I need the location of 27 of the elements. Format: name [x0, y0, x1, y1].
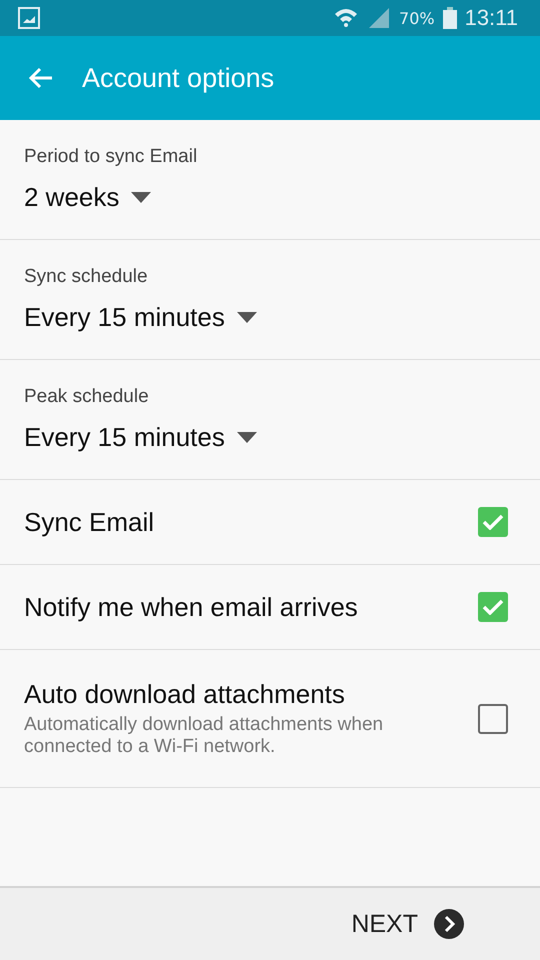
next-button[interactable]: NEXT: [351, 909, 464, 939]
signal-icon: [367, 6, 392, 30]
checkbox[interactable]: [478, 507, 508, 537]
setting-label: Sync Email: [24, 506, 156, 538]
setting-label: Auto download attachments: [24, 679, 346, 710]
check-icon: [482, 514, 504, 530]
battery-icon: [442, 7, 457, 29]
checkbox[interactable]: [478, 592, 508, 622]
checkbox[interactable]: [478, 704, 508, 734]
battery-percent: 70%: [399, 8, 435, 28]
setting-description: Automatically download attachments when connected to a Wi-Fi network.: [24, 714, 384, 758]
caret-icon: [236, 312, 257, 323]
back-icon[interactable]: [28, 66, 54, 90]
setting-label: Period to sync Email: [24, 146, 198, 168]
clock-time: 13:11: [464, 5, 518, 31]
setting-label: Sync schedule: [24, 266, 149, 288]
check-icon: [482, 599, 504, 615]
dropdown-select[interactable]: Every 15 minutes: [24, 422, 257, 453]
setting-label: Peak schedule: [24, 386, 150, 408]
caret-icon: [131, 192, 152, 203]
screen-title: Account options: [82, 62, 274, 94]
setting-label: Notify me when email arrives: [24, 592, 359, 622]
dropdown-select[interactable]: 2 weeks: [24, 182, 152, 213]
dropdown-select[interactable]: Every 15 minutes: [24, 302, 257, 333]
caret-icon: [236, 432, 257, 443]
gallery-icon: [18, 7, 40, 29]
chevron-icon: [434, 909, 464, 939]
